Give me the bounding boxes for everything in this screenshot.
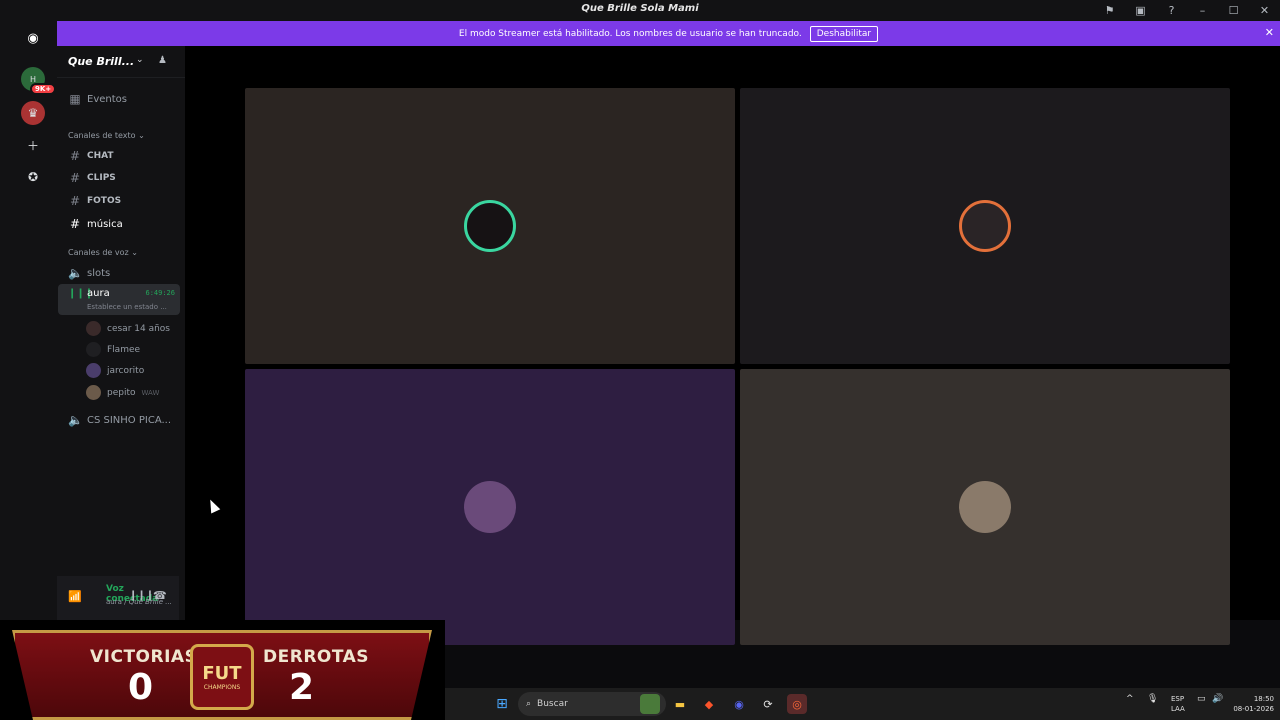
avatar bbox=[86, 385, 101, 400]
search-icon: ⌕ bbox=[526, 699, 532, 709]
voice-tile[interactable] bbox=[740, 369, 1230, 645]
avatar bbox=[86, 321, 101, 336]
banner-text: El modo Streamer está habilitado. Los no… bbox=[458, 28, 802, 39]
fut-champions-logo: FUT CHAMPIONS bbox=[190, 644, 254, 710]
events-item[interactable]: ▦ Eventos bbox=[68, 92, 127, 106]
signal-icon: 📶 bbox=[68, 590, 82, 603]
windows-start-icon[interactable]: ⊞ bbox=[492, 694, 512, 714]
hash-icon: # bbox=[69, 171, 81, 185]
voice-status-panel: 📶 Voz conectada aura / Que Brille ... ❙❙… bbox=[57, 576, 179, 620]
voice-user[interactable]: pepito WAW bbox=[86, 385, 159, 400]
discord-app-icon[interactable]: ◉ bbox=[729, 694, 749, 714]
obs-app-icon[interactable]: ◎ bbox=[787, 694, 807, 714]
invite-icon[interactable]: ♟ bbox=[158, 55, 167, 66]
display-icon[interactable]: ▭ bbox=[1197, 694, 1206, 704]
text-category[interactable]: Canales de texto ⌄ bbox=[68, 131, 145, 140]
brave-browser-icon[interactable]: ◆ bbox=[699, 694, 719, 714]
avatar bbox=[86, 342, 101, 357]
streamer-mode-banner: El modo Streamer está habilitado. Los no… bbox=[57, 21, 1280, 46]
window-title: Que Brille Sola Mami bbox=[581, 3, 699, 14]
voice-user[interactable]: jarcorito bbox=[86, 363, 144, 378]
channel-musica[interactable]: # música bbox=[68, 217, 123, 231]
victorias-label: VICTORIAS bbox=[90, 647, 198, 667]
server-icon-que-brille[interactable]: ♛ bbox=[21, 101, 45, 125]
divider bbox=[57, 77, 185, 78]
window-titlebar: Que Brille Sola Mami ⚑ ▣ ? – ☐ ✕ bbox=[0, 0, 1280, 21]
server-name[interactable]: Que Brill... bbox=[68, 55, 134, 68]
volume-icon[interactable]: 🔊 bbox=[1212, 694, 1223, 704]
hash-icon: # bbox=[69, 149, 81, 163]
calendar-icon: ▦ bbox=[69, 92, 81, 106]
channel-fotos[interactable]: # FOTOS bbox=[68, 194, 121, 208]
aura-label: aura bbox=[87, 288, 110, 299]
notification-badge: 9K+ bbox=[30, 83, 57, 95]
app-icon[interactable]: ⟳ bbox=[758, 694, 778, 714]
channel-sidebar: Que Brill... ⌄ ♟ ▦ Eventos Canales de te… bbox=[57, 46, 185, 620]
minimize-button[interactable]: – bbox=[1187, 0, 1218, 21]
voice-tile[interactable] bbox=[245, 88, 735, 364]
discord-home-icon[interactable]: ◉ bbox=[21, 26, 45, 50]
avatar bbox=[464, 481, 516, 533]
avatar bbox=[959, 481, 1011, 533]
voice-channel-cs[interactable]: 🔈 CS SINHO PICA... bbox=[68, 413, 171, 427]
channel-chat[interactable]: # CHAT bbox=[68, 149, 114, 163]
disable-streamer-button[interactable]: Deshabilitar bbox=[809, 25, 879, 42]
speaker-icon: 🔈 bbox=[68, 266, 83, 280]
close-button[interactable]: ✕ bbox=[1249, 0, 1280, 21]
voice-channel-slots[interactable]: 🔈 slots bbox=[68, 266, 110, 280]
close-icon[interactable]: ✕ bbox=[1265, 26, 1274, 39]
hash-icon: # bbox=[69, 217, 81, 231]
windows-taskbar: ⊞ ⌕ Buscar ▬ ◆ ◉ ⟳ ◎ ^ 🎙 ESP LAA ▭ 🔊 18:5… bbox=[445, 688, 1280, 720]
scoreboard-overlay: VICTORIAS 0 DERROTAS 2 FUT CHAMPIONS bbox=[0, 620, 445, 720]
speaker-icon: 🔈 bbox=[68, 413, 83, 427]
explore-icon[interactable]: ✪ bbox=[21, 165, 45, 189]
maximize-button[interactable]: ☐ bbox=[1218, 0, 1249, 21]
file-explorer-icon[interactable]: ▬ bbox=[670, 694, 690, 714]
inbox-icon[interactable]: ⚑ bbox=[1094, 0, 1125, 21]
server-list: ◉ H 9K+ ♛ ＋ ✪ bbox=[0, 21, 57, 620]
aura-status[interactable]: Establece un estado ... bbox=[87, 303, 167, 311]
noise-suppression-icon[interactable]: ❙❙❙ bbox=[129, 590, 154, 601]
search-highlight-icon[interactable] bbox=[640, 694, 660, 714]
aura-timer: 6:49:26 bbox=[145, 289, 175, 297]
avatar bbox=[464, 200, 516, 252]
channel-clips[interactable]: # CLIPS bbox=[68, 171, 116, 185]
voice-user[interactable]: cesar 14 años bbox=[86, 321, 170, 336]
chevron-down-icon[interactable]: ⌄ bbox=[136, 55, 144, 65]
derrotas-label: DERROTAS bbox=[263, 647, 370, 667]
voice-user[interactable]: Flamee bbox=[86, 342, 140, 357]
voice-grid bbox=[185, 46, 1280, 645]
voice-category[interactable]: Canales de voz ⌄ bbox=[68, 248, 138, 257]
victorias-count: 0 bbox=[128, 667, 154, 708]
avatar bbox=[86, 363, 101, 378]
chevron-up-icon[interactable]: ^ bbox=[1126, 694, 1134, 704]
hash-icon: # bbox=[69, 194, 81, 208]
voice-tile[interactable] bbox=[245, 369, 735, 645]
derrotas-count: 2 bbox=[289, 667, 315, 708]
taskbar-clock[interactable]: 18:50 08-01-2026 bbox=[1233, 694, 1274, 714]
activity-badge: WAW bbox=[141, 388, 160, 397]
add-server-icon[interactable]: ＋ bbox=[21, 133, 45, 157]
microphone-icon[interactable]: 🎙 bbox=[1147, 694, 1158, 704]
voice-channel-aura[interactable]: ❙❙❙ aura 6:49:26 Establece un estado ... bbox=[58, 284, 180, 315]
language-indicator[interactable]: ESP LAA bbox=[1171, 694, 1185, 714]
help-icon[interactable]: ? bbox=[1156, 0, 1187, 21]
disconnect-icon[interactable]: ☎ bbox=[153, 589, 167, 602]
avatar bbox=[959, 200, 1011, 252]
voice-tile[interactable] bbox=[740, 88, 1230, 364]
screen-icon[interactable]: ▣ bbox=[1125, 0, 1156, 21]
